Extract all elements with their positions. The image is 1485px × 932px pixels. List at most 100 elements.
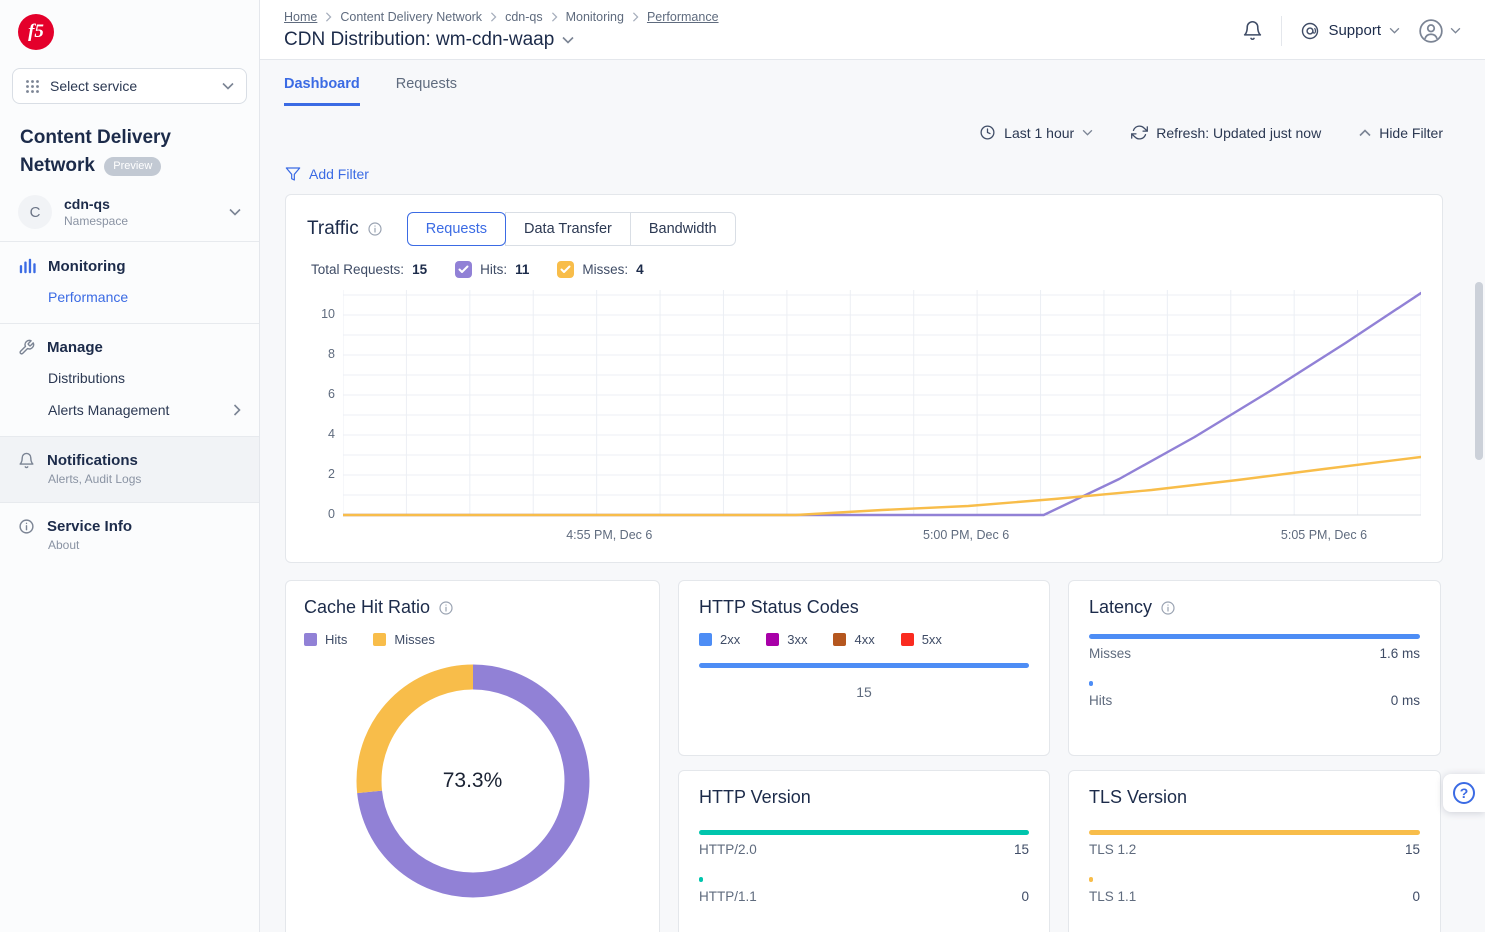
2xx-swatch — [699, 633, 712, 646]
help-button[interactable]: ? — [1443, 774, 1485, 812]
question-icon: ? — [1453, 782, 1475, 804]
status-codes-legend: 2xx 3xx 4xx 5xx — [699, 632, 1029, 647]
misses-checkbox[interactable] — [557, 261, 574, 278]
status-2xx-bar[interactable] — [699, 663, 1029, 668]
notifications-bell-button[interactable] — [1242, 20, 1263, 41]
traffic-tab-data-transfer[interactable]: Data Transfer — [505, 212, 631, 246]
breadcrumb-cdn[interactable]: Content Delivery Network — [340, 10, 482, 24]
tls-version-card: TLS Version TLS 1.2 15 TLS 1.1 0 — [1068, 770, 1441, 932]
user-avatar-icon — [1418, 18, 1444, 44]
f5-logo-icon[interactable]: f5 — [18, 14, 54, 50]
hits-stat: Hits: 11 — [455, 261, 529, 278]
account-menu[interactable] — [1418, 18, 1461, 44]
latency-hits-value: 0 ms — [1391, 693, 1420, 708]
namespace-label: Namespace — [64, 214, 128, 228]
chevron-up-icon — [1359, 129, 1371, 137]
tls11-bar[interactable] — [1089, 877, 1093, 882]
sidebar-item-distributions[interactable]: Distributions — [48, 370, 241, 386]
breadcrumb-monitoring[interactable]: Monitoring — [566, 10, 624, 24]
wrench-icon — [18, 339, 35, 356]
sidebar-section-notifications[interactable]: Notifications Alerts, Audit Logs — [0, 436, 259, 502]
chevron-right-icon — [490, 12, 497, 22]
http-version-title: HTTP Version — [699, 787, 1029, 808]
tls12-label: TLS 1.2 — [1089, 842, 1136, 857]
namespace-avatar: C — [18, 195, 52, 229]
divider — [1281, 16, 1282, 46]
add-filter-button[interactable]: Add Filter — [285, 166, 369, 182]
clock-icon — [979, 124, 996, 141]
tls12-bar[interactable] — [1089, 830, 1420, 835]
latency-misses-bar[interactable] — [1089, 634, 1420, 639]
status-2xx-value: 15 — [699, 684, 1029, 700]
tls12-value: 15 — [1405, 842, 1420, 857]
http2-value: 15 — [1014, 842, 1029, 857]
sidebar-section-service-info[interactable]: Service Info About — [0, 502, 259, 568]
chevron-down-icon — [562, 36, 574, 44]
traffic-legend: Total Requests: 15 Hits: 11 Misses: 4 — [311, 261, 1421, 278]
sidebar: f5 Select service Content Delivery Netwo… — [0, 0, 260, 932]
4xx-swatch — [833, 633, 846, 646]
notifications-subtitle: Alerts, Audit Logs — [48, 472, 241, 486]
5xx-swatch — [901, 633, 914, 646]
sidebar-item-monitoring[interactable]: Monitoring — [18, 257, 241, 275]
breadcrumb-namespace[interactable]: cdn-qs — [505, 10, 543, 24]
http11-bar[interactable] — [699, 877, 703, 882]
select-service-dropdown[interactable]: Select service — [12, 68, 247, 104]
cache-hit-percentage: 73.3% — [353, 661, 593, 901]
http-status-codes-title: HTTP Status Codes — [699, 597, 1029, 618]
chevron-right-icon — [632, 12, 639, 22]
tab-requests[interactable]: Requests — [396, 76, 457, 106]
traffic-tab-bandwidth[interactable]: Bandwidth — [630, 212, 736, 246]
hits-checkbox[interactable] — [455, 261, 472, 278]
select-service-label: Select service — [50, 78, 137, 94]
page-title: CDN Distribution: wm-cdn-waap — [284, 29, 554, 51]
latency-hits-bar[interactable] — [1089, 681, 1093, 686]
support-label: Support — [1328, 22, 1381, 39]
cache-donut-chart[interactable]: 73.3% — [353, 661, 593, 901]
http11-value: 0 — [1021, 889, 1029, 904]
chevron-down-icon — [229, 208, 241, 216]
hide-filter-button[interactable]: Hide Filter — [1359, 125, 1443, 141]
scrollbar-thumb[interactable] — [1475, 282, 1483, 460]
http-status-codes-card: HTTP Status Codes 2xx 3xx 4xx 5xx 15 — [678, 580, 1050, 756]
sidebar-item-manage[interactable]: Manage — [18, 339, 241, 356]
breadcrumb: Home Content Delivery Network cdn-qs Mon… — [284, 10, 719, 24]
distribution-selector[interactable]: CDN Distribution: wm-cdn-waap — [284, 29, 719, 51]
breadcrumb-performance[interactable]: Performance — [647, 10, 719, 24]
latency-hits-label: Hits — [1089, 693, 1112, 708]
traffic-line-chart[interactable]: 0246810 4:55 PM, Dec 65:00 PM, Dec 65:05… — [307, 290, 1421, 550]
cache-hit-ratio-title: Cache Hit Ratio — [304, 597, 641, 618]
support-menu[interactable]: Support — [1300, 21, 1400, 41]
http2-bar[interactable] — [699, 830, 1029, 835]
time-range-dropdown[interactable]: Last 1 hour — [979, 124, 1093, 141]
cache-hit-ratio-card: Cache Hit Ratio Hits Misses 73.3% — [285, 580, 660, 932]
funnel-icon — [285, 166, 301, 182]
service-info-subtitle: About — [48, 538, 241, 552]
misses-stat: Misses: 4 — [557, 261, 643, 278]
traffic-title: Traffic — [307, 218, 383, 240]
sidebar-item-performance[interactable]: Performance — [48, 289, 241, 305]
sidebar-section-monitoring: Monitoring Performance — [0, 241, 259, 323]
sidebar-item-alerts-management[interactable]: Alerts Management — [48, 402, 241, 418]
chevron-down-icon — [1389, 27, 1400, 34]
tab-dashboard[interactable]: Dashboard — [284, 76, 360, 106]
traffic-tab-requests[interactable]: Requests — [407, 212, 506, 246]
info-icon[interactable] — [1160, 600, 1176, 616]
info-icon[interactable] — [438, 600, 454, 616]
bell-icon — [18, 452, 35, 469]
3xx-swatch — [766, 633, 779, 646]
namespace-selector[interactable]: C cdn-qs Namespace — [12, 195, 247, 229]
misses-legend-swatch — [373, 633, 386, 646]
http-version-card: HTTP Version HTTP/2.0 15 HTTP/1.1 0 — [678, 770, 1050, 932]
refresh-button[interactable]: Refresh: Updated just now — [1131, 124, 1321, 141]
chevron-down-icon — [1450, 27, 1461, 34]
namespace-name: cdn-qs — [64, 196, 128, 212]
tls11-value: 0 — [1412, 889, 1420, 904]
breadcrumb-home[interactable]: Home — [284, 10, 317, 24]
sidebar-section-manage: Manage Distributions Alerts Management — [0, 323, 259, 436]
info-icon[interactable] — [367, 221, 383, 237]
tab-bar: Dashboard Requests — [260, 60, 1485, 106]
bar-chart-icon — [18, 257, 36, 275]
chevron-right-icon — [551, 12, 558, 22]
latency-title: Latency — [1089, 597, 1420, 618]
